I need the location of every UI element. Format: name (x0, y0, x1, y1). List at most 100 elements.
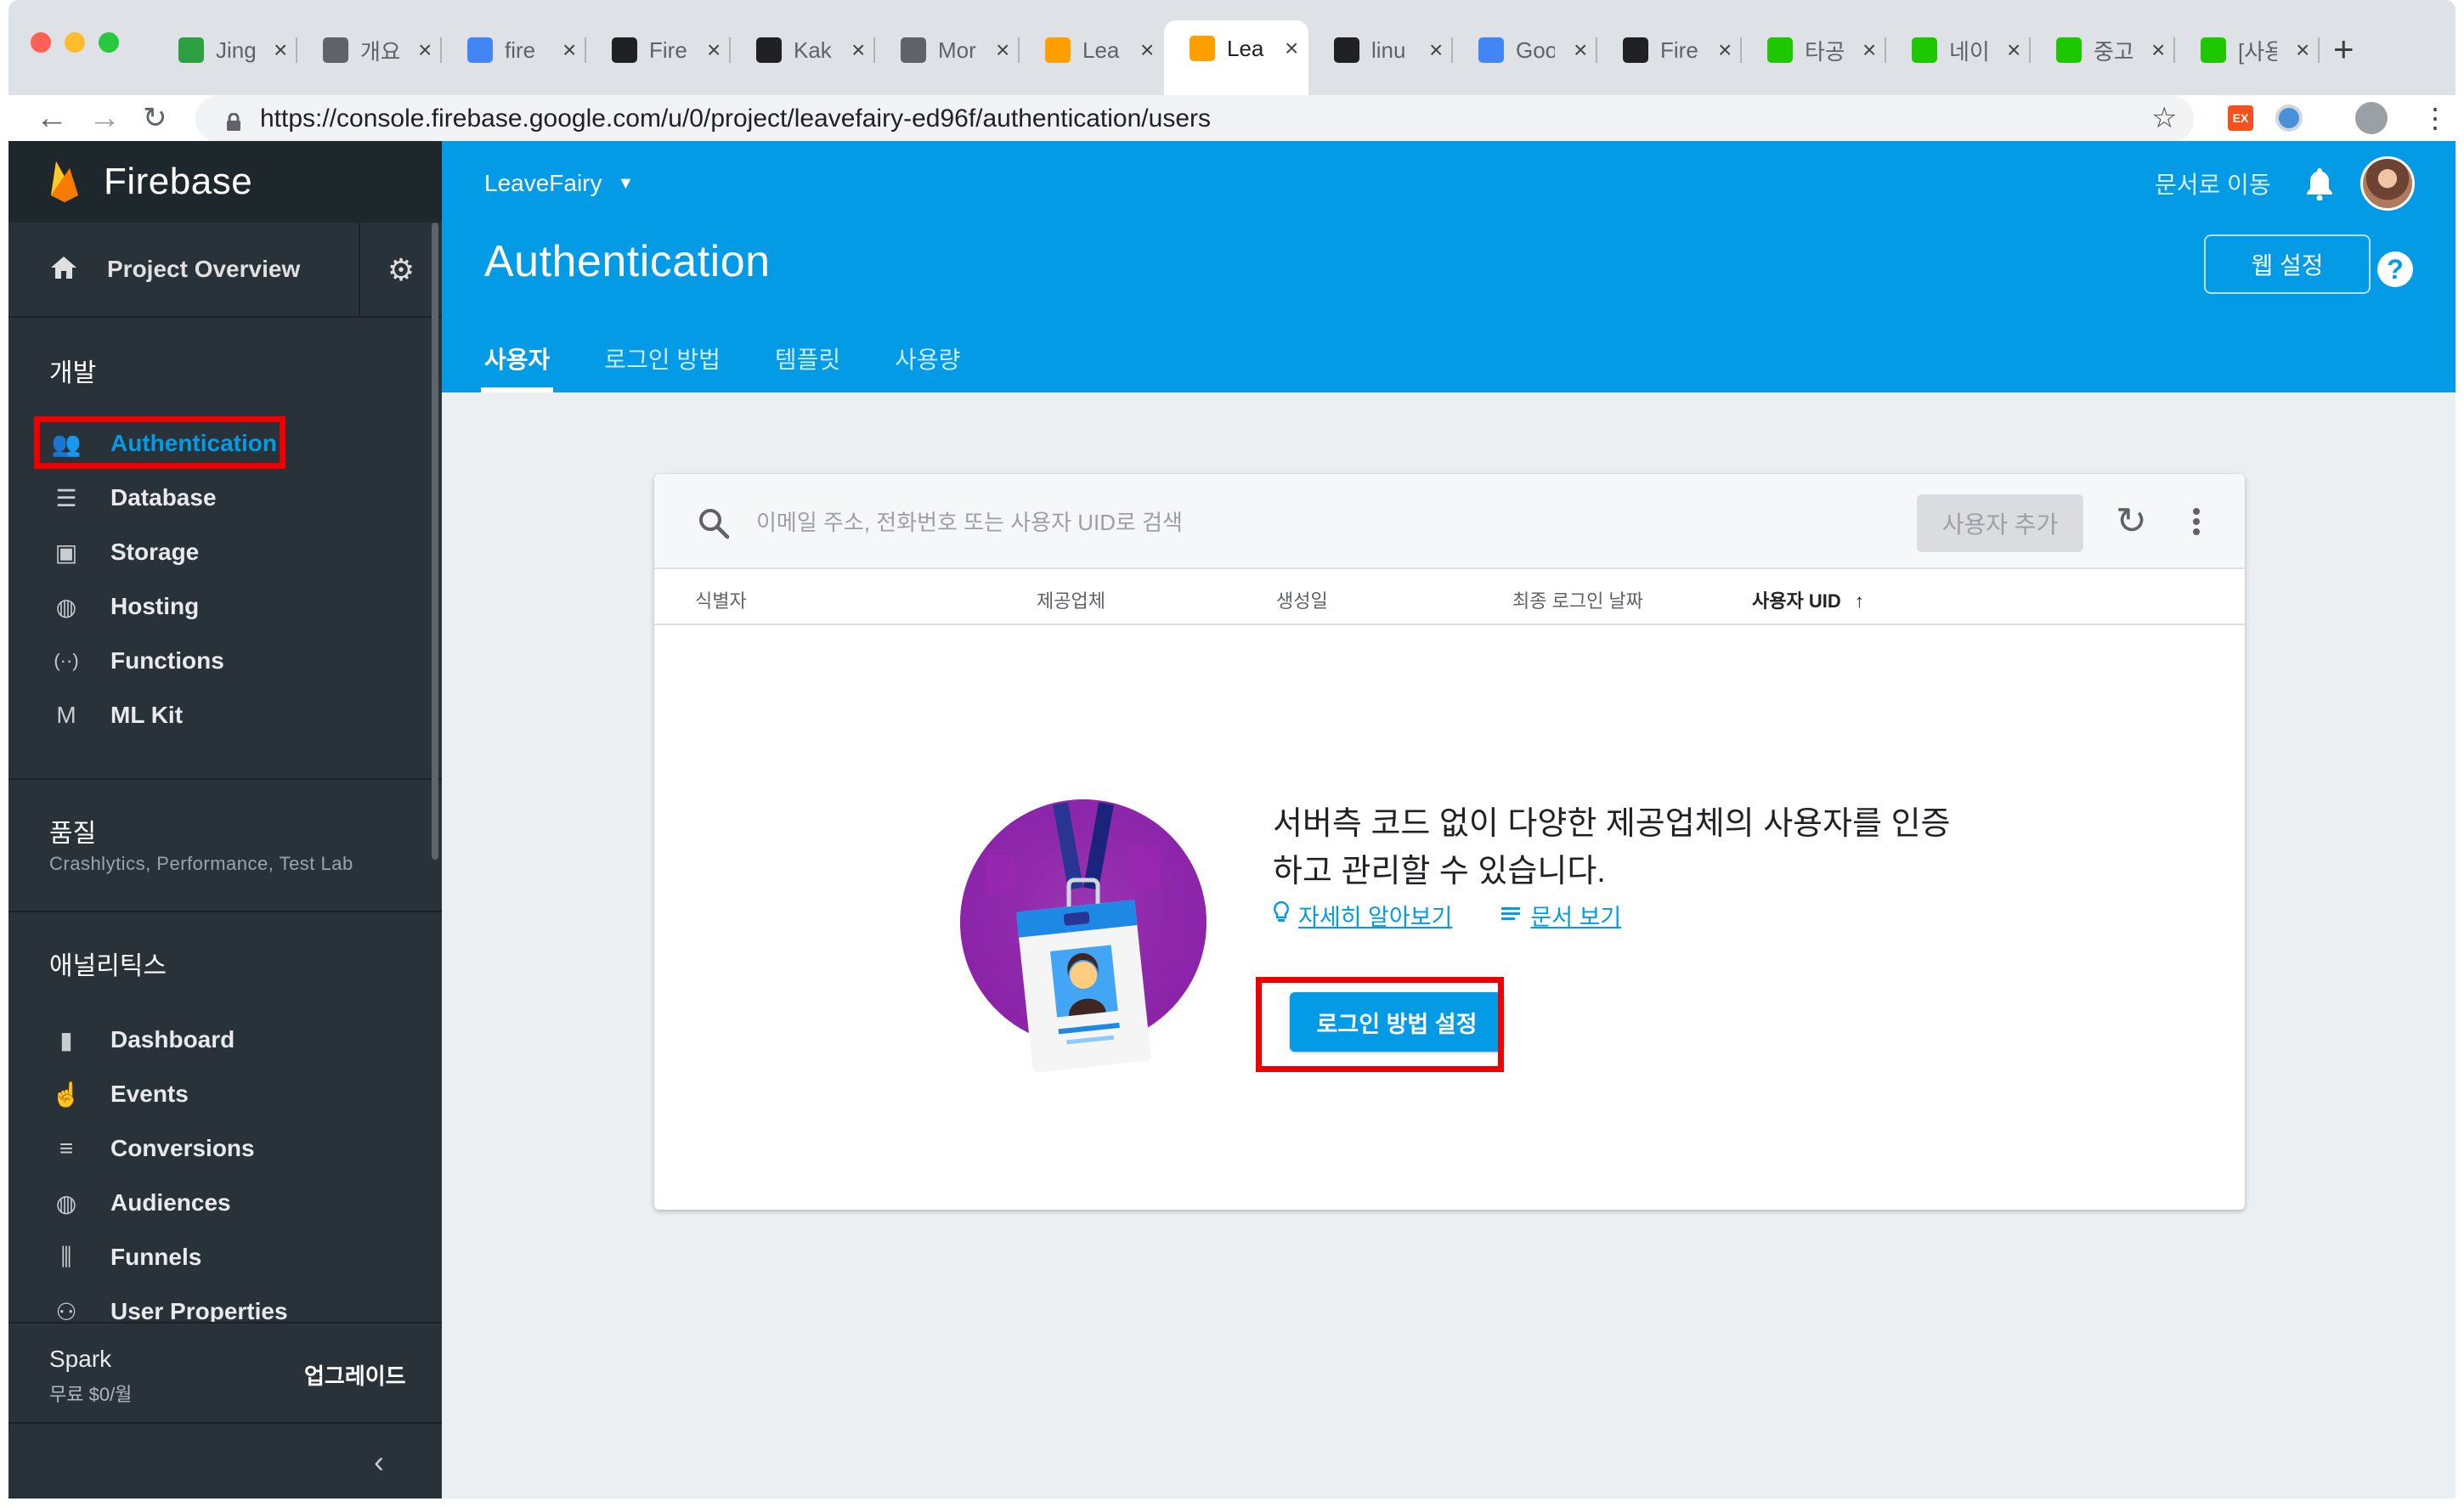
web-setup-button[interactable]: 웹 설정 (2204, 234, 2371, 294)
upgrade-button[interactable]: 업그레이드 (304, 1359, 406, 1391)
column-identifier[interactable]: 식별자 (695, 586, 747, 613)
sidebar-item-events[interactable]: ☝ Events (49, 1074, 189, 1115)
sidebar-item-dashboard[interactable]: ▮ Dashboard (49, 1019, 235, 1060)
sidebar-item-funnels[interactable]: ⫼ Funnels (49, 1237, 202, 1278)
section-analytics-title: 애널리틱스 (49, 952, 167, 980)
close-tab-icon[interactable]: × (562, 37, 576, 64)
close-tab-icon[interactable]: × (2151, 37, 2165, 64)
close-tab-icon[interactable]: × (707, 37, 721, 64)
sidebar-item-label: Conversions (110, 1135, 255, 1161)
close-tab-icon[interactable]: × (1140, 37, 1154, 64)
profile-icon[interactable] (2355, 95, 2388, 141)
tab-templates[interactable]: 템플릿 (775, 341, 840, 392)
sidebar-item-functions[interactable]: (··) Functions (49, 641, 223, 681)
settings-gear-icon[interactable]: ⚙ (359, 223, 442, 318)
section-quality-title[interactable]: 품질 (49, 812, 96, 849)
help-icon[interactable]: ? (2377, 251, 2413, 287)
collapse-sidebar-chevron-icon[interactable]: ‹ (374, 1444, 384, 1480)
main-content: LeaveFairy ▼ Authentication 사용자 로그인 방법 템플릿… (442, 141, 2456, 1499)
browser-tab[interactable]: fire × (442, 22, 586, 78)
browser-tab[interactable]: [사용 × (2175, 22, 2320, 78)
column-user-uid[interactable]: 사용자 UID ↑ (1752, 586, 1864, 613)
project-selector[interactable]: LeaveFairy ▼ (484, 170, 634, 197)
section-divider (8, 778, 442, 780)
tab-signin-method[interactable]: 로그인 방법 (604, 341, 721, 392)
sidebar-item-hosting[interactable]: ◍ Hosting (49, 586, 199, 627)
learn-more-link[interactable]: 자세히 알아보기 (1273, 899, 1452, 932)
functions-icon: (··) (54, 650, 79, 671)
users-search-input[interactable] (754, 500, 1434, 545)
view-docs-link[interactable]: 문서 보기 (1501, 899, 1621, 932)
go-to-docs-link[interactable]: 문서로 이동 (2155, 167, 2271, 200)
add-user-button[interactable]: 사용자 추가 (1917, 494, 2083, 552)
browser-menu-icon[interactable]: ⋮ (2422, 95, 2449, 141)
database-icon: ☰ (55, 484, 77, 511)
lock-icon (226, 110, 241, 131)
notifications-bell-icon[interactable] (2304, 167, 2335, 206)
sidebar-item-database[interactable]: ☰ Database (49, 477, 216, 518)
close-tab-icon[interactable]: × (1285, 35, 1298, 62)
close-tab-icon[interactable]: × (2296, 37, 2309, 64)
close-tab-icon[interactable]: × (851, 37, 865, 64)
back-arrow-icon[interactable]: ← (36, 95, 68, 141)
bookmark-star-icon[interactable]: ☆ (2151, 95, 2177, 141)
browser-tab[interactable]: Lea × (1164, 20, 1308, 95)
sidebar-item-label: Storage (110, 539, 200, 565)
sidebar-item-storage[interactable]: ▣ Storage (49, 532, 199, 573)
firebase-logo-row[interactable]: Firebase (8, 141, 442, 223)
project-overview-label: Project Overview (107, 256, 301, 282)
browser-tab[interactable]: 네이 × (1886, 22, 2031, 78)
minimize-window-button[interactable] (65, 32, 85, 53)
reload-icon[interactable]: ↻ (143, 95, 167, 141)
refresh-icon[interactable]: ↻ (2116, 500, 2147, 543)
sidebar-item-ml-kit[interactable]: M ML Kit (49, 695, 183, 736)
browser-tab-title: Kak (794, 37, 832, 63)
browser-tab-title: 네이 (1949, 38, 1988, 65)
project-overview-link[interactable]: Project Overview ⚙ (8, 223, 442, 318)
browser-tab[interactable]: 개요 × (297, 22, 442, 78)
account-avatar[interactable] (2360, 156, 2415, 211)
extension-compass-icon[interactable] (2275, 95, 2303, 141)
close-tab-icon[interactable]: × (996, 37, 1009, 64)
browser-tab-title: Jing (216, 37, 255, 63)
browser-tab[interactable]: Kak × (731, 22, 875, 78)
sidebar-item-audiences[interactable]: ◍ Audiences (49, 1182, 231, 1223)
ml-kit-icon: M (56, 702, 76, 728)
close-tab-icon[interactable]: × (418, 37, 432, 64)
jing-favicon-icon (178, 37, 204, 63)
section-quality-subtitle: Crashlytics, Performance, Test Lab (49, 853, 353, 874)
column-provider[interactable]: 제공업체 (1037, 586, 1105, 613)
maximize-window-button[interactable] (99, 32, 119, 53)
browser-tab[interactable]: linu × (1308, 22, 1453, 78)
browser-tab-title: Fire (1660, 37, 1698, 63)
close-tab-icon[interactable]: × (1574, 37, 1587, 64)
address-bar[interactable]: https://console.firebase.google.com/u/0/… (195, 95, 2194, 143)
close-tab-icon[interactable]: × (1862, 37, 1876, 64)
browser-tab[interactable]: Fire × (1597, 22, 1742, 78)
close-tab-icon[interactable]: × (1429, 37, 1443, 64)
extension-ex-icon[interactable]: EX (2228, 95, 2253, 141)
users-search-bar: 사용자 추가 ↻ (654, 474, 2245, 569)
column-last-signin[interactable]: 최종 로그인 날짜 (1512, 586, 1643, 613)
close-tab-icon[interactable]: × (2007, 37, 2020, 64)
tab-usage[interactable]: 사용량 (895, 341, 960, 392)
close-window-button[interactable] (31, 32, 51, 53)
home-icon (49, 255, 78, 285)
forward-arrow-icon[interactable]: → (88, 95, 121, 141)
browser-tab-title: [사용 (2238, 38, 2277, 65)
close-tab-icon[interactable]: × (274, 37, 287, 64)
browser-tab[interactable]: Jing × (153, 22, 297, 78)
column-created[interactable]: 생성일 (1276, 586, 1328, 613)
sidebar-item-conversions[interactable]: ≡ Conversions (49, 1128, 255, 1169)
sidebar-scrollbar[interactable] (432, 223, 438, 860)
browser-tab[interactable]: 타공 × (1742, 22, 1886, 78)
tab-users[interactable]: 사용자 (480, 341, 554, 392)
browser-tab[interactable]: 중고 × (2031, 22, 2175, 78)
more-vert-icon[interactable] (2192, 505, 2201, 539)
browser-tab[interactable]: Goo × (1453, 22, 1597, 78)
new-tab-button[interactable]: + (2333, 29, 2354, 70)
close-tab-icon[interactable]: × (1718, 37, 1732, 64)
browser-tab[interactable]: Fire × (586, 22, 731, 78)
browser-tab[interactable]: Mor × (875, 22, 1020, 78)
browser-tab[interactable]: Lea × (1020, 22, 1164, 78)
